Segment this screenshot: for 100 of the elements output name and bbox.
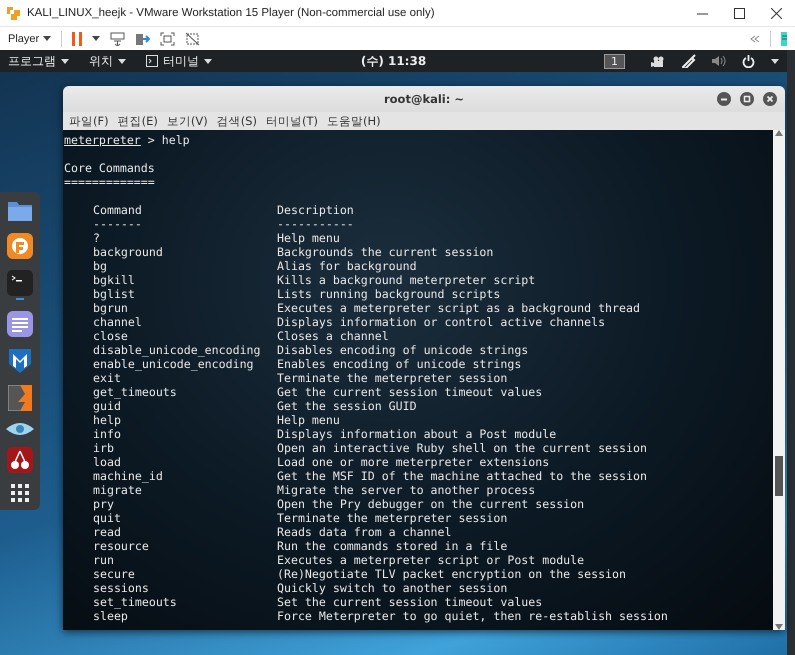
cherry-icon (7, 447, 33, 473)
maximize-icon[interactable] (734, 8, 745, 18)
command-description: Get the session GUID (277, 399, 417, 413)
command-name: run (93, 553, 114, 567)
command-description: Open an interactive Ruby shell on the current session (277, 441, 647, 455)
menu-item[interactable]: 터미널(T) (266, 114, 318, 128)
top-menu[interactable]: 프로그램 (8, 52, 69, 70)
command-description: Alias for background (277, 259, 417, 273)
command-description: Backgrounds the current session (277, 245, 494, 259)
command-name: channel (93, 315, 142, 329)
command-name: bg (93, 259, 107, 273)
prompt-sign: > (148, 133, 155, 147)
scrollbar-thumb[interactable] (775, 456, 783, 496)
command-description: Quickly switch to another session (277, 581, 508, 595)
command-description: Force Meterpreter to go quiet, then re-establish session (277, 609, 668, 623)
command-description: Closes a channel (277, 329, 389, 343)
dock-item[interactable] (7, 447, 33, 473)
clock[interactable]: (수) 11:38 (360, 54, 426, 68)
command-description: Get the MSF ID of the machine attached to the session (277, 469, 647, 483)
column-header: Command (93, 203, 142, 217)
lightning-icon (8, 385, 32, 411)
command-description: Executes a meterpreter script or Post module (277, 553, 584, 567)
caret-icon (61, 58, 69, 64)
double-chevron-icon[interactable] (750, 34, 760, 42)
panel-icon[interactable] (781, 32, 787, 46)
app-logo-icon (6, 6, 21, 20)
section-heading: Core Commands (64, 161, 155, 175)
crossed-window-icon[interactable] (185, 32, 200, 46)
command-name: info (93, 427, 121, 441)
browser-icon (7, 233, 33, 259)
dock-item[interactable] (7, 200, 33, 222)
menu-item[interactable]: 파일(F) (69, 114, 109, 128)
command-name: guid (93, 399, 121, 413)
header-rule: ------- (93, 217, 142, 231)
dock-item[interactable] (11, 484, 29, 502)
command-description: Lists running background scripts (277, 287, 500, 301)
menu-item[interactable]: 편집(E) (118, 114, 158, 128)
maximize-icon[interactable] (740, 92, 754, 106)
power-icon[interactable] (742, 54, 755, 68)
menu-item[interactable]: 도움말(H) (326, 114, 381, 128)
command-text: help (162, 133, 190, 147)
terminal-title: root@kali: ~ (384, 92, 464, 106)
command-name: enable_unicode_encoding (93, 357, 254, 371)
dock-item[interactable] (6, 422, 34, 436)
command-name: bglist (93, 287, 135, 301)
caret-icon (118, 58, 126, 64)
camera-icon[interactable] (651, 56, 666, 66)
command-name: sessions (93, 581, 149, 595)
command-name: resource (93, 539, 149, 553)
command-description: Get the current session timeout values (277, 385, 542, 399)
fullscreen-icon[interactable] (160, 32, 176, 46)
prompt-label: meterpreter (64, 133, 141, 147)
command-description: Displays information or control active channels (277, 315, 606, 329)
top-menu[interactable]: 위치 (89, 52, 126, 70)
workspace-indicator[interactable]: 1 (604, 54, 625, 68)
close-icon[interactable] (771, 8, 782, 18)
command-name: sleep (93, 609, 128, 623)
close-icon[interactable] (763, 92, 777, 106)
column-header: Description (277, 203, 354, 217)
command-name: close (93, 329, 128, 343)
caret-icon (771, 58, 779, 64)
command-name: read (93, 525, 121, 539)
header-rule: ----------- (277, 217, 354, 231)
pause-icon[interactable] (72, 32, 82, 46)
pen-icon[interactable] (682, 54, 696, 68)
command-description: Migrate the server to another process (277, 483, 536, 497)
caret-icon (43, 36, 52, 41)
command-description: (Re)Negotiate TLV packet encryption on the session (277, 567, 626, 581)
command-name: irb (93, 441, 114, 455)
window-title: KALI_LINUX_heejk - VMware Workstation 15 Player (Non-commercial use only) (27, 7, 436, 19)
scrollbar[interactable] (773, 130, 785, 630)
menu-item[interactable]: 검색(S) (216, 114, 257, 128)
app-grid-icon (11, 484, 29, 502)
command-name: ? (93, 231, 100, 245)
command-description: Kills a background meterpreter script (277, 273, 536, 287)
computer-icon[interactable] (110, 32, 126, 46)
command-description: Enables encoding of unicode strings (277, 357, 522, 371)
menu-item[interactable]: 보기(V) (166, 114, 208, 128)
dock-item[interactable] (7, 311, 33, 337)
dock-item[interactable] (7, 270, 33, 300)
caret-icon (92, 36, 100, 41)
top-menu[interactable]: 터미널 (146, 52, 212, 70)
dock-item[interactable] (8, 348, 32, 374)
dock-item[interactable] (7, 233, 33, 259)
command-description: Load one or more meterpreter extensions (277, 455, 550, 469)
caret-icon (204, 58, 212, 64)
command-name: pry (93, 497, 114, 511)
speaker-icon[interactable] (712, 55, 726, 67)
command-name: set_timeouts (93, 595, 177, 609)
device-icon[interactable] (135, 32, 150, 46)
command-description: Help menu (277, 231, 340, 245)
command-name: help (93, 413, 121, 427)
heading-rule: ============= (64, 175, 155, 189)
command-name: disable_unicode_encoding (93, 343, 261, 357)
command-name: load (93, 455, 121, 469)
scroll-down-icon[interactable] (775, 624, 783, 630)
command-description: Disables encoding of unicode strings (277, 343, 528, 357)
minimize-icon[interactable] (717, 92, 731, 106)
player-menu[interactable]: Player (8, 32, 52, 44)
command-description: Displays information about a Post module (277, 427, 556, 441)
